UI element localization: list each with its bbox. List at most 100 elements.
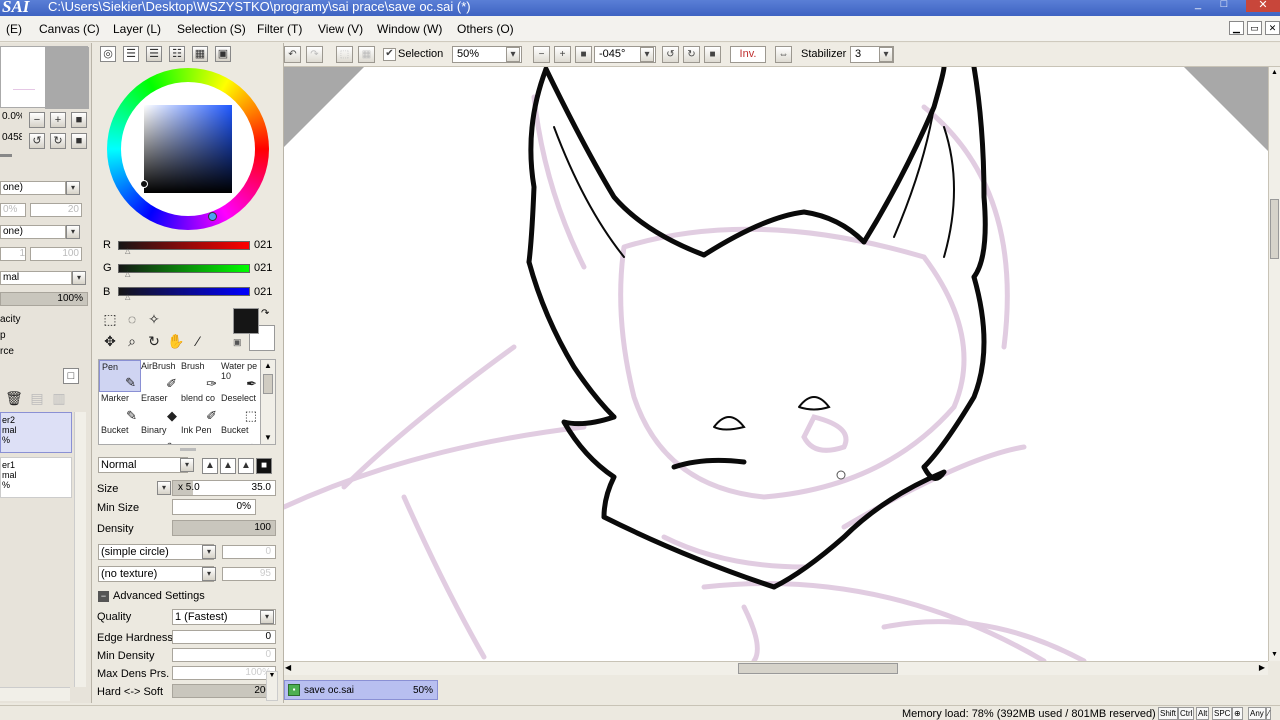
invert-selection-icon[interactable]: ▦ [358,46,375,63]
tool-airbrush[interactable]: AirBrush ✐ [139,360,181,392]
layer-effect-select[interactable]: one) [0,225,66,239]
brush-shape-dropdown-icon[interactable]: ▾ [202,545,216,559]
close-button[interactable]: ✕ [1246,0,1280,12]
saturation-value-square[interactable] [144,105,232,193]
density-slider[interactable]: 100 [172,520,276,536]
tool-pen[interactable]: Pen ✎ [99,360,141,392]
green-slider-thumb-icon[interactable]: △ [125,270,130,278]
advanced-settings-label[interactable]: Advanced Settings [113,590,205,602]
canvas-area[interactable] [284,67,1268,661]
brush-texture-select[interactable]: (no texture) [98,566,214,582]
new-layer-icon[interactable]: □ [63,368,79,384]
navigator-rotate-right-icon[interactable]: ↻ [50,133,66,149]
rotation-dropdown-icon[interactable]: ▾ [640,47,654,62]
menu-edit[interactable]: (E) [6,22,22,36]
layer-item[interactable]: er1 mal % [0,457,72,498]
blue-value[interactable]: 021 [254,286,272,298]
tool-bucket[interactable]: Bucket ◭ [219,424,261,444]
tool-ink-pen[interactable]: Ink Pen ✒ [179,424,221,444]
sv-cursor[interactable] [140,180,148,188]
red-slider-thumb-icon[interactable]: △ [125,247,130,255]
tool-binary[interactable]: Binary ✎ [139,424,181,444]
rgb-slider-mode-icon[interactable]: ☰ [123,46,139,62]
mdi-restore-icon[interactable]: ▭ [1247,21,1262,35]
menu-window[interactable]: Window (W) [377,22,442,36]
navigator-rotate-reset-icon[interactable]: ■ [71,133,87,149]
document-tab[interactable]: ▪ save oc.sai 50% [284,680,438,700]
effect-strength-field[interactable]: 100 [30,247,82,261]
layer-list-scrollbar[interactable] [74,412,86,687]
layer-blend-dropdown-icon[interactable]: ▾ [72,271,86,285]
zoom-reset-icon[interactable]: ■ [575,46,592,63]
stabilizer-dropdown-icon[interactable]: ▾ [879,47,893,62]
clear-layer-icon[interactable]: ▥ [50,390,68,406]
brush-shape-1-icon[interactable]: ▲ [202,458,218,474]
min-density-slider[interactable]: 0 [172,648,276,662]
collapse-advanced-icon[interactable]: − [98,591,109,602]
flip-icon[interactable]: ⇔ [775,46,792,63]
transparent-color-icon[interactable]: ▣ [233,337,242,348]
navigator-preview[interactable] [0,46,89,109]
hard-soft-slider[interactable]: 200 [172,684,276,698]
min-size-slider[interactable]: 0% [172,499,256,515]
color-wheel-mode-icon[interactable]: ◎ [100,46,116,62]
deselect-icon[interactable]: ⬚ [336,46,353,63]
rotate-icon[interactable]: ↻ [145,333,163,349]
hue-ring[interactable] [107,68,269,230]
menu-filter[interactable]: Filter (T) [257,22,302,36]
tool-eraser[interactable]: Eraser ◆ [139,392,181,424]
brush-texture-strength[interactable]: 95 [222,567,276,581]
swap-colors-icon[interactable]: ↷ [261,308,269,319]
brush-shape-select[interactable]: (simple circle) [98,544,214,560]
minimize-button[interactable]: _ [1186,0,1210,12]
canvas-horizontal-scrollbar[interactable]: ◀ ▶ [284,661,1268,675]
layer-blend-mode-select[interactable]: mal [0,271,72,285]
green-slider[interactable] [118,264,250,273]
redo-icon[interactable]: ↷ [306,46,323,63]
trash-icon[interactable]: 🗑 [5,390,23,406]
brush-shape-3-icon[interactable]: ▲ [238,458,254,474]
navigator-zoom-in-icon[interactable]: + [50,112,66,128]
layer-effect-dropdown-icon[interactable]: ▾ [66,225,80,239]
color-swatch-mode-icon[interactable]: ☷ [169,46,185,62]
primary-color-swatch[interactable] [233,308,259,334]
tool-grid-scrollbar[interactable]: ▲ ▼ [260,359,276,445]
rotate-left-icon[interactable]: ↺ [662,46,679,63]
clipping-label[interactable]: p [0,330,6,341]
max-density-pressure-slider[interactable]: 100% [172,666,276,680]
preserve-opacity-label[interactable]: acity [0,314,21,325]
brush-settings-scrollbar[interactable]: ▼ [266,671,278,701]
effect-width-field[interactable]: 1 [0,247,26,261]
zoom-dropdown-icon[interactable]: ▾ [506,47,520,62]
tool-brush[interactable]: Brush ✑ [179,360,221,392]
tool-blend-co[interactable]: blend co ✐ [179,392,221,424]
brush-shape-strength[interactable]: 0 [222,545,276,559]
zoom-icon[interactable]: ⌕ [123,333,141,349]
maximize-button[interactable]: □ [1212,0,1236,12]
texture-scale-field[interactable]: 0% [0,203,26,217]
mdi-close-icon[interactable]: ✕ [1265,21,1280,35]
merge-down-icon[interactable]: ▤ [28,390,46,406]
vertical-scroll-thumb[interactable] [1270,199,1279,259]
canvas-vertical-scrollbar[interactable]: ▲ ▼ [1268,67,1280,661]
lasso-icon[interactable]: ◌ [123,311,141,327]
edge-hardness-slider[interactable]: 0 [172,630,276,644]
blend-mode-select[interactable]: Normal [98,457,188,473]
color-mixer-mode-icon[interactable]: ▦ [192,46,208,62]
navigator-rotate-left-icon[interactable]: ↺ [29,133,45,149]
menu-canvas[interactable]: Canvas (C) [39,22,100,36]
menu-selection[interactable]: Selection (S) [177,22,246,36]
tool-grid-resize-handle[interactable] [180,448,196,451]
rotate-reset-icon[interactable]: ■ [704,46,721,63]
scratchpad-mode-icon[interactable]: ▣ [215,46,231,62]
red-slider[interactable] [118,241,250,250]
menu-view[interactable]: View (V) [318,22,363,36]
layer-opacity-slider[interactable]: 100% [0,292,88,306]
layer-item[interactable]: er2 mal % [0,412,72,453]
selection-source-label[interactable]: rce [0,346,14,357]
mdi-minimize-icon[interactable]: ▁ [1229,21,1244,35]
texture-strength-field[interactable]: 20 [30,203,82,217]
brush-texture-dropdown-icon[interactable]: ▾ [202,567,216,581]
horizontal-scroll-thumb[interactable] [738,663,898,674]
undo-icon[interactable]: ↶ [284,46,301,63]
